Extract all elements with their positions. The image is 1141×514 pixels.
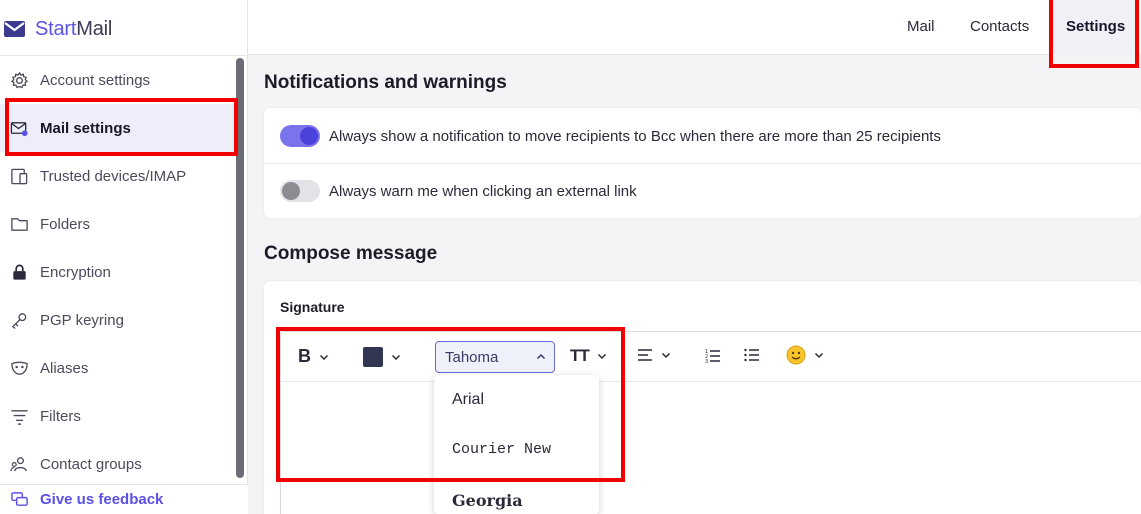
bullet-list-button[interactable] — [744, 348, 760, 362]
notifications-section-title: Notifications and warnings — [264, 72, 507, 93]
sidebar-item-label: Mail settings — [40, 119, 131, 137]
align-button[interactable] — [637, 348, 671, 362]
feedback-label: Give us feedback — [40, 491, 164, 508]
svg-text:3: 3 — [705, 359, 708, 364]
lock-icon — [9, 262, 29, 282]
emoji-smile-icon — [786, 345, 806, 365]
bold-icon: B — [298, 346, 311, 366]
logo-text-mail: Mail — [76, 17, 113, 40]
sidebar-item-account-settings[interactable]: Account settings — [0, 56, 236, 104]
chevron-up-icon — [536, 353, 546, 360]
sidebar-scrollbar[interactable] — [236, 58, 244, 478]
external-link-label: Always warn me when clicking an external… — [329, 182, 637, 200]
tab-mail[interactable]: Mail — [907, 18, 935, 35]
toggle-knob — [300, 127, 318, 145]
font-family-value: Tahoma — [445, 348, 499, 366]
give-feedback-link[interactable]: Give us feedback — [0, 484, 248, 514]
sidebar-item-aliases[interactable]: Aliases — [0, 344, 236, 392]
bcc-notification-row: Always show a notification to move recip… — [280, 125, 941, 147]
bold-button[interactable]: B — [298, 346, 329, 367]
chevron-down-icon — [391, 354, 401, 361]
text-size-icon: TT — [570, 346, 590, 365]
signature-editor[interactable]: B Tahoma TT 123 — [280, 331, 1141, 514]
font-option-georgia[interactable]: Georgia — [452, 491, 523, 510]
sidebar-item-label: Trusted devices/IMAP — [40, 167, 187, 185]
mask-icon — [9, 358, 29, 378]
compose-section-title: Compose message — [264, 243, 438, 264]
font-family-dropdown: Arial Courier New Georgia — [434, 375, 599, 514]
divider — [264, 163, 1141, 164]
bullet-list-icon — [744, 348, 759, 362]
sidebar-item-label: PGP keyring — [40, 311, 124, 329]
tab-settings[interactable]: Settings — [1066, 18, 1125, 35]
sidebar-item-filters[interactable]: Filters — [0, 392, 236, 440]
chevron-down-icon — [319, 354, 329, 360]
feedback-icon — [9, 490, 29, 510]
sidebar: StartMail Account settings Mail settings… — [0, 0, 248, 514]
tab-contacts[interactable]: Contacts — [970, 18, 1029, 35]
key-icon — [9, 310, 29, 330]
compose-card: Signature B Tahoma TT 1 2 3 — [264, 281, 1141, 514]
font-option-arial[interactable]: Arial — [452, 391, 484, 409]
logo-text-start: Start — [35, 17, 77, 40]
devices-icon — [9, 166, 29, 186]
filter-icon — [9, 406, 29, 426]
text-color-button[interactable] — [363, 347, 401, 367]
sidebar-item-label: Encryption — [40, 263, 111, 281]
top-navigation: Mail Contacts Settings — [248, 0, 1141, 55]
envelope-logo-icon — [4, 21, 25, 37]
chevron-down-icon — [597, 353, 606, 360]
sidebar-item-pgp-keyring[interactable]: PGP keyring — [0, 296, 236, 344]
gear-icon — [9, 70, 29, 90]
chevron-down-icon — [814, 352, 824, 359]
sidebar-item-label: Folders — [40, 215, 91, 233]
ordered-list-icon: 123 — [705, 349, 720, 364]
signature-label: Signature — [280, 299, 345, 315]
editor-toolbar: B Tahoma TT 123 — [281, 332, 1141, 382]
startmail-logo[interactable]: StartMail — [4, 16, 112, 42]
notifications-card: Always show a notification to move recip… — [264, 108, 1141, 218]
bcc-notification-toggle[interactable] — [280, 125, 320, 147]
bcc-notification-label: Always show a notification to move recip… — [329, 127, 941, 145]
sidebar-item-encryption[interactable]: Encryption — [0, 248, 236, 296]
mail-settings-icon — [9, 118, 29, 138]
font-family-select[interactable]: Tahoma — [435, 341, 555, 373]
text-size-button[interactable]: TT — [570, 346, 607, 366]
sidebar-item-contact-groups[interactable]: Contact groups — [0, 440, 236, 488]
external-link-toggle[interactable] — [280, 180, 320, 202]
sidebar-item-trusted-devices[interactable]: Trusted devices/IMAP — [0, 152, 236, 200]
ordered-list-button[interactable]: 123 — [705, 348, 721, 364]
external-link-row: Always warn me when clicking an external… — [280, 180, 637, 202]
settings-nav: Account settings Mail settings Trusted d… — [0, 56, 236, 488]
sidebar-item-label: Account settings — [40, 71, 151, 89]
sidebar-item-folders[interactable]: Folders — [0, 200, 236, 248]
emoji-button[interactable] — [786, 345, 824, 365]
color-swatch-icon — [363, 347, 383, 367]
contact-group-icon — [9, 454, 29, 474]
font-option-courier-new[interactable]: Courier New — [452, 441, 551, 458]
sidebar-item-label: Contact groups — [40, 455, 142, 473]
sidebar-item-label: Aliases — [40, 359, 89, 377]
sidebar-item-label: Filters — [40, 407, 81, 425]
toggle-knob — [282, 182, 300, 200]
sidebar-item-mail-settings[interactable]: Mail settings — [0, 104, 236, 152]
align-left-icon — [638, 349, 652, 361]
folder-icon — [9, 214, 29, 234]
chevron-down-icon — [661, 352, 671, 359]
